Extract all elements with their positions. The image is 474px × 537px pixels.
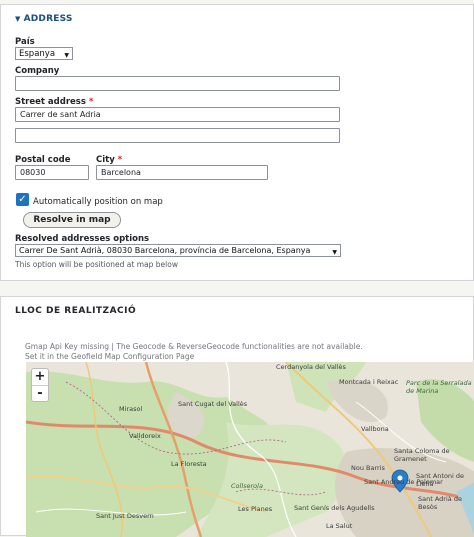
location-legend: LLOC DE REALITZACIÓ xyxy=(15,306,137,316)
check-icon: ✓ xyxy=(18,194,27,205)
resolve-in-map-button[interactable]: Resolve in map xyxy=(23,212,121,228)
company-input[interactable] xyxy=(15,76,340,91)
map-label: Santa Coloma de Gramenet xyxy=(394,447,450,463)
map-label: Valldoreix xyxy=(129,432,161,440)
address-legend-text: ADDRESS xyxy=(23,14,73,24)
postal-label: Postal code xyxy=(15,155,71,165)
map-label: Nou Barris xyxy=(351,464,385,472)
resolved-select-value: Carrer De Sant Adrià, 08030 Barcelona, p… xyxy=(19,246,311,255)
api-key-notice-link[interactable]: Set it in the Geofield Map Configuration… xyxy=(25,352,194,361)
location-fieldset: LLOC DE REALITZACIÓ Gmap Api Key missing… xyxy=(0,296,474,537)
map-canvas[interactable]: + - Cerdanyola del Vallès Mirasol Sant C… xyxy=(26,362,474,537)
street2-input[interactable] xyxy=(15,128,340,143)
zoom-out-button[interactable]: - xyxy=(32,385,48,401)
required-mark: * xyxy=(117,155,123,165)
map-label: Sant Adrià de Besòs xyxy=(418,495,462,511)
select-arrow-icon: ▼ xyxy=(64,52,69,59)
street-label-text: Street address xyxy=(15,97,86,107)
map-label: Montcada i Reixac xyxy=(339,378,399,386)
map-label: Sant Cugat del Vallès xyxy=(178,400,248,408)
map-label: Vallbona xyxy=(361,425,389,433)
city-label-text: City xyxy=(96,155,115,165)
map-label: Parc de la Serralada de Marina xyxy=(406,379,472,395)
city-input[interactable]: Barcelona xyxy=(96,165,268,180)
country-select[interactable]: Espanya ▼ xyxy=(15,47,73,60)
map-label: La Salut xyxy=(326,522,353,530)
map-label: Collserola xyxy=(231,482,263,490)
zoom-in-button[interactable]: + xyxy=(32,369,48,385)
map-label: Sant Antoni de Llefià xyxy=(416,472,465,488)
address-legend[interactable]: ▼ ADDRESS xyxy=(15,14,73,24)
map-label: Sant Just Desvern xyxy=(96,512,154,520)
resolved-description: This option will be positioned at map be… xyxy=(15,260,178,269)
map-label: Cerdanyola del Vallès xyxy=(276,363,346,371)
map-label: Sant Genís dels Agudells xyxy=(294,504,375,512)
street-label: Street address * xyxy=(15,97,93,107)
collapse-triangle-icon[interactable]: ▼ xyxy=(15,15,21,23)
auto-position-checkbox[interactable]: ✓ xyxy=(16,193,29,206)
resolved-label: Resolved addresses options xyxy=(15,234,150,244)
map-label: La Floresta xyxy=(171,460,207,468)
map-label: Les Planes xyxy=(238,505,273,513)
select-arrow-icon: ▼ xyxy=(332,249,337,256)
company-label: Company xyxy=(15,66,60,76)
auto-position-label[interactable]: Automatically position on map xyxy=(33,197,163,207)
street-input[interactable]: Carrer de sant Adria xyxy=(15,107,340,122)
address-fieldset: ▼ ADDRESS País Espanya ▼ Company Street a… xyxy=(0,4,474,281)
country-select-value: Espanya xyxy=(19,49,56,59)
postal-input[interactable]: 08030 xyxy=(15,165,89,180)
resolved-address-select[interactable]: Carrer De Sant Adrià, 08030 Barcelona, p… xyxy=(15,244,341,257)
map-zoom-control: + - xyxy=(31,368,49,402)
country-label: País xyxy=(15,37,35,47)
required-mark: * xyxy=(88,97,94,107)
api-key-notice: Gmap Api Key missing | The Geocode & Rev… xyxy=(25,342,363,351)
map-label: Mirasol xyxy=(119,405,143,413)
city-label: City * xyxy=(96,155,122,165)
